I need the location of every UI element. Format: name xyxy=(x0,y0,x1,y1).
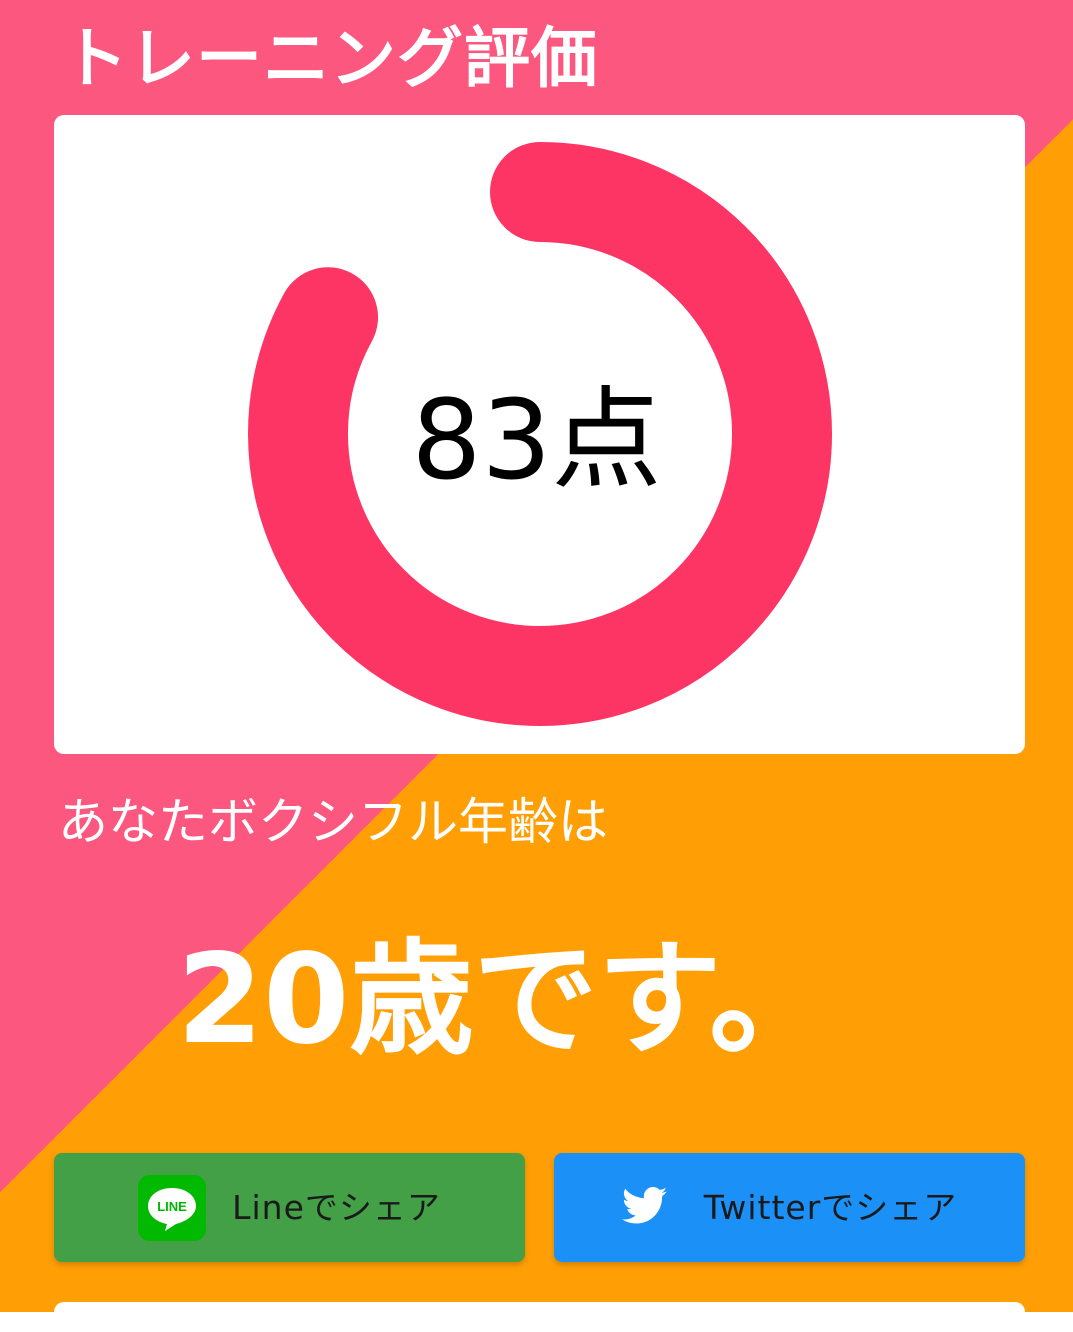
page-title: トレーニング評価 xyxy=(62,20,598,97)
line-logo-icon: LINE xyxy=(138,1174,207,1241)
share-twitter-button[interactable]: Twitterでシェア xyxy=(554,1153,1025,1262)
line-logo-text: LINE xyxy=(157,1199,187,1214)
score-value: 83点 xyxy=(0,375,1073,505)
share-line-label: Lineでシェア xyxy=(232,1187,441,1227)
score-display: 83点 xyxy=(411,376,662,504)
twitter-bird-icon xyxy=(621,1186,668,1229)
share-line-button[interactable]: LINE Lineでシェア xyxy=(54,1153,525,1262)
age-result: 20歳です。 xyxy=(176,928,834,1072)
age-label: あなたボクシフル年齢は xyxy=(58,793,608,851)
share-twitter-label: Twitterでシェア xyxy=(703,1187,958,1227)
next-card xyxy=(54,1302,1025,1332)
